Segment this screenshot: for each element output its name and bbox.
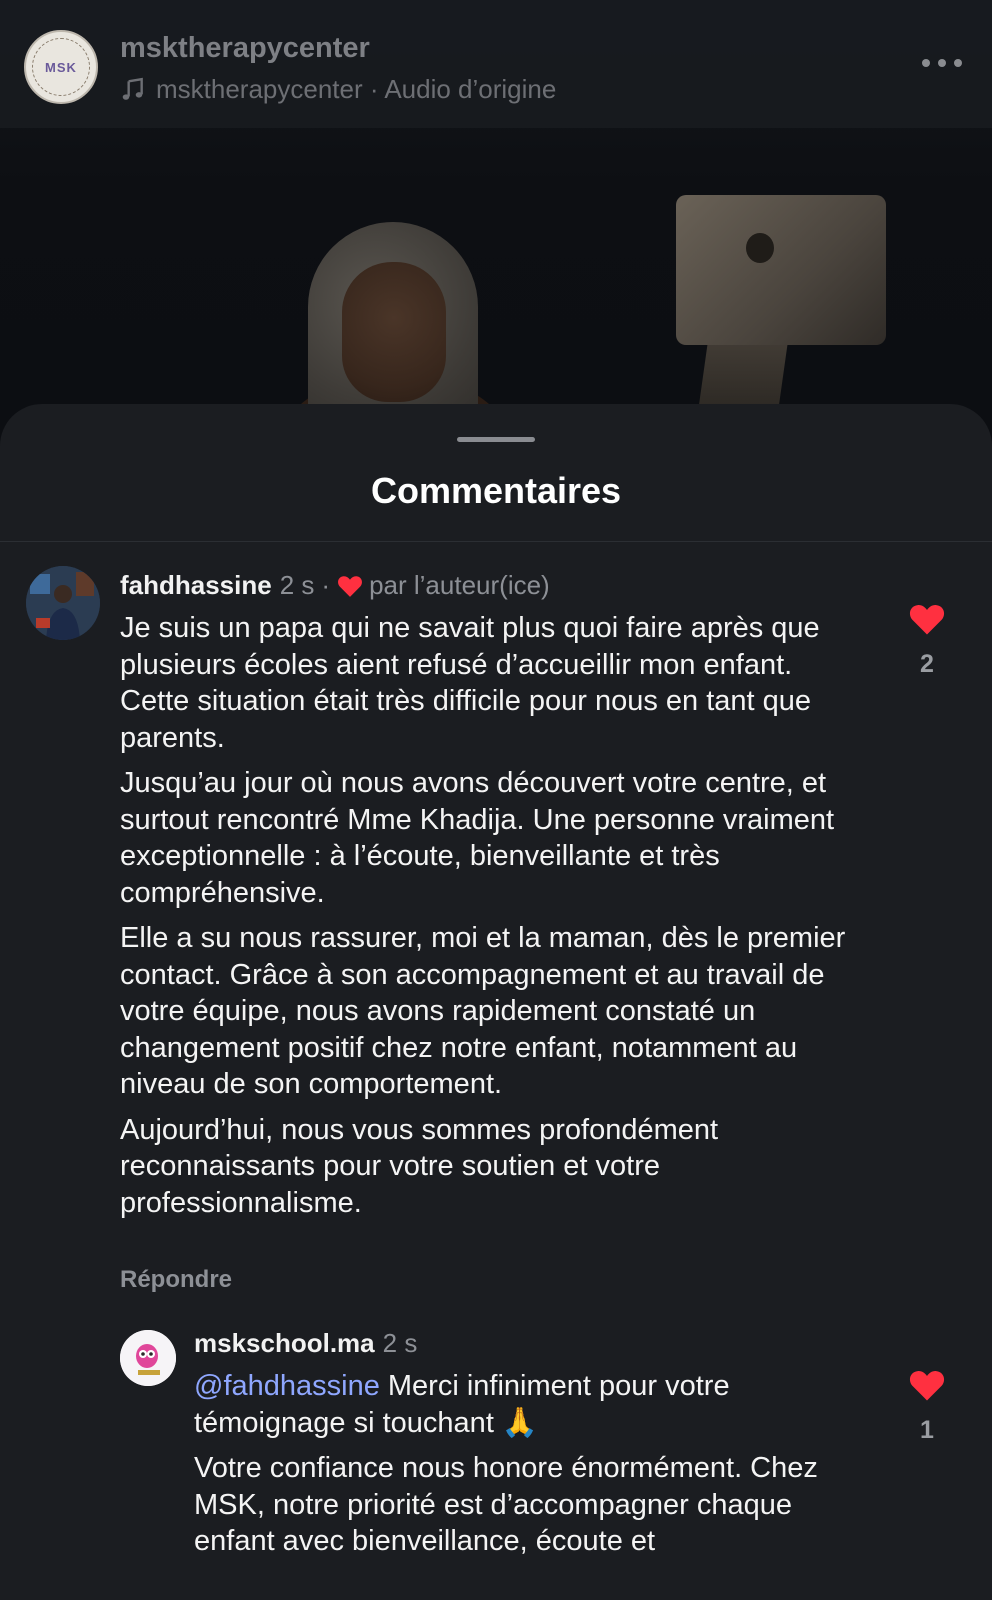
comments-title: Commentaires [370, 470, 622, 511]
like-count: 2 [920, 650, 934, 678]
author-liked-label: par l’auteur(ice) [369, 570, 550, 600]
comment-paragraph: Aujourd’hui, nous vous sommes profondéme… [120, 1113, 719, 1219]
comment-meta: fahdhassine 2 s · par l’auteur(ice) [120, 570, 550, 601]
heart-icon[interactable] [908, 1368, 946, 1402]
comment-username[interactable]: mskschool.ma [194, 1328, 375, 1359]
comment-time: 2 s [279, 570, 315, 600]
more-options-icon[interactable] [922, 56, 962, 70]
avatar[interactable] [120, 1330, 176, 1386]
author-liked-badge: par l’auteur(ice) [337, 570, 550, 601]
comment-meta: mskschool.ma 2 s [194, 1328, 417, 1359]
avatar[interactable] [26, 566, 100, 640]
mention-link[interactable]: @fahdhassine [194, 1370, 380, 1402]
music-note-icon [122, 77, 143, 100]
video-computer [676, 195, 886, 405]
comment-paragraph: Votre confiance nous honore énormément. … [194, 1452, 818, 1557]
comment-paragraph: Elle a su nous rassurer, moi et la maman… [120, 922, 846, 1100]
comment-body: Je suis un papa qui ne savait plus quoi … [120, 610, 860, 1230]
heart-icon [338, 575, 363, 597]
comment-body: @fahdhassine Merci infiniment pour votre… [194, 1368, 862, 1569]
comment-like: 1 [902, 1368, 952, 1445]
comment-username[interactable]: fahdhassine [120, 570, 272, 601]
comments-sheet: Commentaires fahdhassine 2 s · par l’aut… [0, 404, 992, 1600]
comment-paragraph: Jusqu’au jour où nous avons découvert vo… [120, 767, 835, 909]
heart-icon[interactable] [908, 602, 946, 636]
reply-comment-item: mskschool.ma 2 s @fahdhassine Merci infi… [0, 1316, 992, 1600]
reply-button[interactable]: Répondre [120, 1266, 232, 1294]
comment-item: fahdhassine 2 s · par l’auteur(ice) Je s… [0, 554, 992, 1294]
comment-like: 2 [902, 602, 952, 679]
audio-source-label: msktherapycenter · Audio d’origine [156, 74, 557, 104]
meta-separator: · [321, 570, 331, 600]
reel-header: MSK msktherapycenter msktherapycenter · … [0, 0, 992, 128]
avatar-image [26, 566, 100, 640]
comment-paragraph: Je suis un papa qui ne savait plus quoi … [120, 612, 820, 754]
like-count: 1 [920, 1416, 934, 1444]
audio-source[interactable]: msktherapycenter · Audio d’origine [120, 74, 556, 105]
divider [0, 541, 992, 542]
channel-avatar[interactable]: MSK [24, 30, 98, 104]
video-player[interactable]: MSK msktherapycenter msktherapycenter · … [0, 0, 992, 460]
sheet-drag-handle[interactable] [457, 437, 535, 442]
comment-paragraph: @fahdhassine Merci infiniment pour votre… [194, 1368, 862, 1441]
channel-name[interactable]: msktherapycenter [120, 32, 370, 65]
avatar-image [120, 1330, 176, 1386]
comment-time: 2 s [382, 1328, 418, 1358]
